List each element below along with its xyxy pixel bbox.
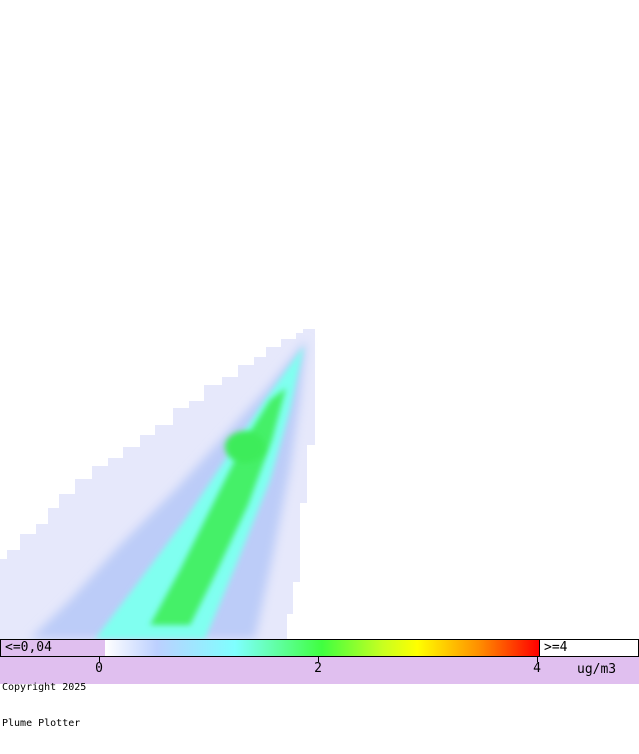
plume-concentration-map	[0, 0, 639, 639]
copyright-notice: Copyright 2025 Plume Plotter	[2, 658, 86, 754]
legend-min-label: <=0,04	[1, 640, 105, 656]
legend-tick-label: 2	[314, 661, 322, 676]
unit-label: ug/m3	[577, 662, 617, 677]
color-scale-legend: <=0,04 >=4	[0, 639, 639, 657]
legend-max-label: >=4	[539, 640, 638, 656]
legend-gradient-bar	[105, 640, 539, 656]
plume-green-hotspot	[225, 431, 265, 463]
copyright-line-2: Plume Plotter	[2, 718, 81, 729]
legend-tick-label: 4	[533, 661, 541, 676]
legend-footer: Copyright 2025 Plume Plotter 024 ug/m3	[0, 657, 639, 729]
legend-tick-label: 0	[95, 661, 103, 676]
